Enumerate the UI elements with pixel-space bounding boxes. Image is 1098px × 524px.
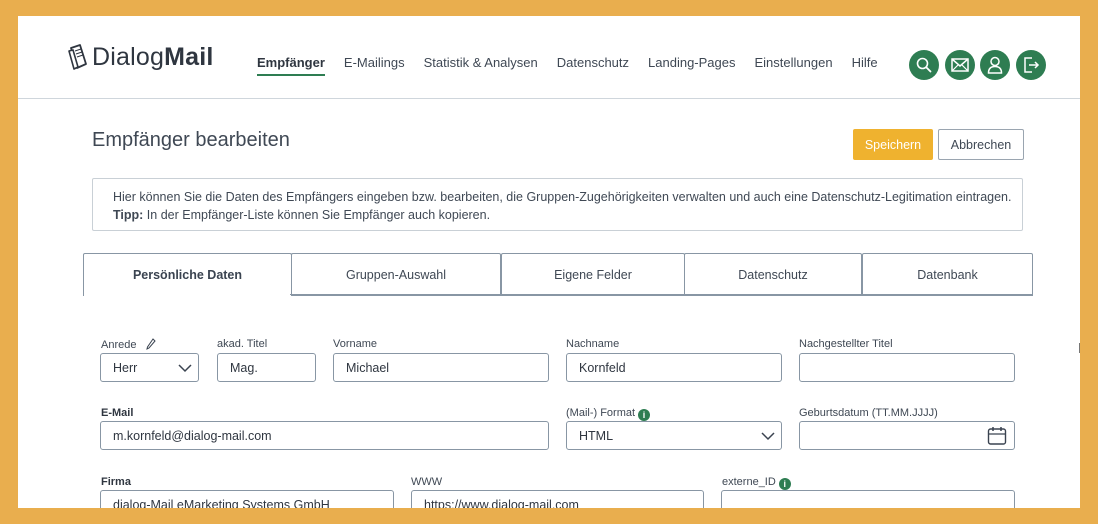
nachtitel-label: Nachgestellter Titel (799, 338, 893, 350)
nachname-label: Nachname (566, 338, 620, 350)
tip-text: Tipp: In der Empfänger-Liste können Sie … (113, 208, 491, 222)
www-label: WWW (411, 476, 443, 488)
user-icon (987, 56, 1003, 74)
firma-label: Firma (101, 476, 131, 488)
anrede-select[interactable]: Herr (100, 353, 199, 382)
nav-item-empfaenger[interactable]: Empfänger (257, 55, 325, 76)
vorname-label: Vorname (333, 338, 378, 350)
pencil-icon[interactable] (145, 338, 156, 350)
search-button[interactable] (909, 50, 939, 80)
vorname-input[interactable]: Michael (333, 353, 549, 382)
firma-input[interactable]: dialog-Mail eMarketing Systems GmbH (100, 490, 394, 508)
info-icon[interactable]: i (638, 409, 651, 421)
mail-icon (950, 58, 969, 72)
info-text: Hier können Sie die Daten des Empfängers… (113, 190, 1012, 204)
nav-item-e-mailings[interactable]: E-Mailings (344, 55, 405, 76)
scrollbar-thumb[interactable] (1079, 343, 1080, 353)
nachtitel-input[interactable] (799, 353, 1015, 382)
nav-item-statistik[interactable]: Statistik & Analysen (424, 55, 538, 76)
extern-id-label: externe_ID i (722, 476, 791, 490)
top-header: DialogMail Empfänger E-Mailings Statisti… (18, 16, 1080, 99)
logout-icon (1023, 57, 1039, 73)
search-icon (916, 57, 932, 73)
tab-baseline (290, 294, 1033, 295)
nav-item-datenschutz[interactable]: Datenschutz (557, 55, 629, 76)
tab-persoenliche-daten[interactable]: Persönliche Daten (83, 253, 292, 296)
info-box: Hier können Sie die Daten des Empfängers… (92, 178, 1023, 231)
logo-text: DialogMail (92, 42, 214, 71)
app-window: DialogMail Empfänger E-Mailings Statisti… (18, 16, 1080, 508)
geburtsdatum-label: Geburtsdatum (TT.MM.JJJJ) (799, 407, 938, 419)
save-button[interactable]: Speichern (853, 129, 933, 160)
chevron-down-icon (178, 364, 192, 373)
titel-input[interactable]: Mag. (217, 353, 316, 382)
tip-label: Tipp: (113, 208, 144, 222)
titel-label: akad. Titel (217, 338, 268, 350)
page-title: Empfänger bearbeiten (92, 129, 290, 151)
dialogmail-logo[interactable]: DialogMail (66, 42, 214, 72)
cancel-button[interactable]: Abbrechen (938, 129, 1024, 160)
format-label: (Mail-) Format i (566, 407, 651, 421)
email-label: E-Mail (101, 407, 134, 419)
tab-datenschutz[interactable]: Datenschutz (684, 253, 862, 296)
header-actions (909, 50, 1051, 80)
tab-bar: Persönliche Daten Gruppen-Auswahl Eigene… (83, 253, 1033, 296)
logout-button[interactable] (1015, 50, 1046, 80)
tab-datenbank[interactable]: Datenbank (862, 253, 1033, 296)
mail-button[interactable] (944, 50, 975, 80)
tab-eigene-felder[interactable]: Eigene Felder (501, 253, 685, 296)
www-input[interactable]: https://www.dialog-mail.com (411, 490, 704, 508)
anrede-label: Anrede (101, 338, 156, 351)
tab-gruppen-auswahl[interactable]: Gruppen-Auswahl (291, 253, 501, 296)
calendar-icon[interactable] (987, 426, 1007, 445)
geburtsdatum-input[interactable] (799, 421, 1015, 450)
extern-id-input[interactable] (721, 490, 1015, 508)
nav-item-einstellungen[interactable]: Einstellungen (755, 55, 833, 76)
email-field[interactable]: m.kornfeld@dialog-mail.com (100, 421, 549, 450)
nav-item-hilfe[interactable]: Hilfe (852, 55, 878, 76)
profile-button[interactable] (980, 50, 1010, 80)
format-select[interactable]: HTML (566, 421, 782, 450)
logo-icon (68, 44, 87, 70)
main-nav: Empfänger E-Mailings Statistik & Analyse… (257, 55, 897, 76)
nav-item-landing-pages[interactable]: Landing-Pages (648, 55, 735, 76)
info-icon[interactable]: i (778, 478, 791, 490)
nachname-input[interactable]: Kornfeld (566, 353, 782, 382)
chevron-down-icon (761, 432, 775, 441)
